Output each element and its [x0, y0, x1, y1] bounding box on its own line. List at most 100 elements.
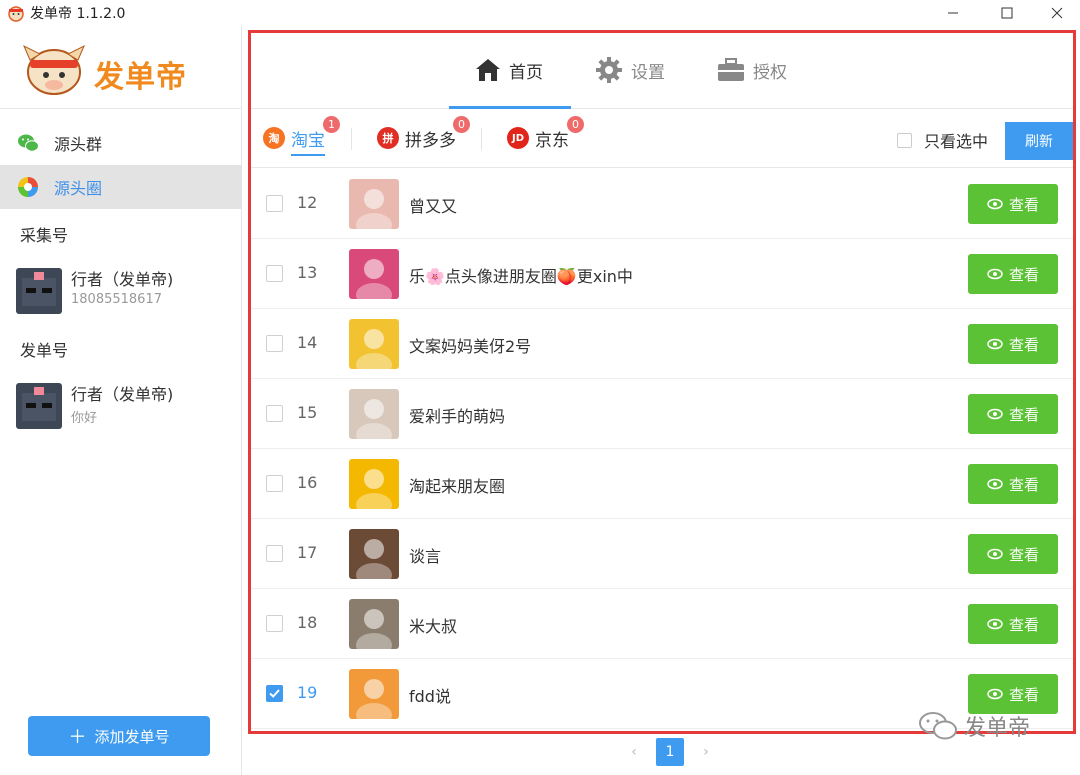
send-section-title: 发单号: [20, 341, 69, 360]
collect-account[interactable]: 行者（发单帝) 18085518617: [16, 266, 236, 318]
count-badge: 0: [567, 116, 584, 133]
row-number: 18: [297, 613, 318, 632]
row-nickname: 乐🌸点头像进朋友圈🍑更xin中: [409, 267, 633, 286]
row-checkbox[interactable]: [266, 405, 283, 422]
home-icon: [476, 59, 500, 81]
view-button[interactable]: 查看: [968, 324, 1058, 364]
page-number-button[interactable]: 1: [656, 738, 684, 766]
wechat-icon: [18, 134, 39, 152]
moments-icon: [18, 177, 38, 197]
account-phone: 18085518617: [71, 292, 162, 307]
tab-label: 设置: [631, 62, 665, 83]
view-button[interactable]: 查看: [968, 184, 1058, 224]
row-nickname: 文案妈妈美伢2号: [409, 337, 532, 356]
view-button[interactable]: 查看: [968, 534, 1058, 574]
table-row: 15 爱剁手的萌妈 查看: [251, 379, 1073, 449]
brand-logo: 发单帝: [22, 40, 192, 98]
eye-icon: [987, 268, 1003, 280]
view-button[interactable]: 查看: [968, 394, 1058, 434]
eye-icon: [987, 198, 1003, 210]
maximize-icon: [1001, 7, 1013, 19]
view-button[interactable]: 查看: [968, 604, 1058, 644]
avatar: [349, 179, 399, 229]
avatar: [16, 383, 62, 429]
view-label: 查看: [1008, 265, 1039, 284]
view-label: 查看: [1008, 685, 1039, 704]
prev-page-button[interactable]: ‹: [620, 738, 648, 766]
platform-label: 淘宝: [291, 130, 325, 151]
tab-authorize[interactable]: 授权: [717, 53, 787, 87]
check-icon: [269, 689, 280, 698]
sidebar: 发单帝 源头群 源头圈 采集号 行者（发单帝) 18085518617 发单号: [0, 26, 242, 775]
eye-icon: [987, 688, 1003, 700]
jd-icon: JD: [507, 127, 529, 149]
sidebar-divider: [0, 108, 242, 109]
row-checkbox[interactable]: [266, 545, 283, 562]
platform-taobao[interactable]: 淘 淘宝 1: [263, 116, 340, 154]
table-row: 16 淘起来朋友圈 查看: [251, 449, 1073, 519]
view-label: 查看: [1008, 195, 1039, 214]
platform-bar: 淘 淘宝 1 拼 拼多多 0 JD 京东 0 只看选中 刷新: [251, 110, 1073, 168]
eye-icon: [987, 618, 1003, 630]
platform-label: 京东: [535, 130, 569, 151]
platform-jd[interactable]: JD 京东 0: [507, 116, 584, 154]
row-nickname: fdd说: [409, 687, 451, 706]
view-button[interactable]: 查看: [968, 674, 1058, 714]
separator: [351, 128, 352, 150]
active-tab-indicator: [449, 106, 571, 109]
briefcase-icon: [718, 58, 744, 81]
taobao-icon: 淘: [263, 127, 285, 149]
table-row: 12 曾又又 查看: [251, 169, 1073, 239]
send-account[interactable]: 行者（发单帝) 你好: [16, 381, 236, 433]
next-page-button[interactable]: ›: [692, 738, 720, 766]
sidebar-item-label: 源头圈: [54, 179, 103, 198]
avatar: [349, 529, 399, 579]
refresh-button[interactable]: 刷新: [1005, 122, 1073, 160]
row-checkbox[interactable]: [266, 335, 283, 352]
table-row: 14 文案妈妈美伢2号 查看: [251, 309, 1073, 379]
pinduoduo-icon: 拼: [377, 127, 399, 149]
row-nickname: 米大叔: [409, 617, 458, 636]
row-number: 14: [297, 333, 318, 352]
row-checkbox[interactable]: [266, 685, 283, 702]
platform-indicator: [291, 154, 325, 156]
row-number: 19: [297, 683, 318, 702]
avatar: [349, 319, 399, 369]
avatar: [349, 599, 399, 649]
minimize-button[interactable]: [930, 0, 976, 26]
count-badge: 1: [323, 116, 340, 133]
row-number: 17: [297, 543, 318, 562]
row-checkbox[interactable]: [266, 265, 283, 282]
eye-icon: [987, 338, 1003, 350]
eye-icon: [987, 548, 1003, 560]
platform-pinduoduo[interactable]: 拼 拼多多 0: [377, 116, 470, 154]
close-button[interactable]: [1034, 0, 1080, 26]
row-number: 12: [297, 193, 318, 212]
wechat-watermark-icon: [919, 712, 957, 740]
table-row: 17 谈言 查看: [251, 519, 1073, 589]
sidebar-item-source-moments[interactable]: 源头圈: [0, 165, 242, 209]
only-selected-checkbox[interactable]: [897, 132, 912, 148]
sidebar-item-source-group[interactable]: 源头群: [0, 121, 242, 165]
tab-settings[interactable]: 设置: [595, 53, 665, 87]
view-button[interactable]: 查看: [968, 254, 1058, 294]
add-sender-button[interactable]: ＋ 添加发单号: [28, 716, 210, 756]
only-selected-label: 只看选中: [924, 132, 989, 151]
pagination: ‹ 1 ›: [620, 738, 728, 766]
tab-home[interactable]: 首页: [475, 53, 543, 87]
account-message: 你好: [71, 411, 98, 426]
app-logo-icon: [8, 6, 24, 22]
row-checkbox[interactable]: [266, 475, 283, 492]
row-number: 13: [297, 263, 318, 282]
plus-icon: ＋: [68, 727, 87, 748]
row-nickname: 爱剁手的萌妈: [409, 407, 506, 426]
view-label: 查看: [1008, 475, 1039, 494]
only-selected-toggle[interactable]: 只看选中: [897, 128, 988, 152]
row-checkbox[interactable]: [266, 195, 283, 212]
maximize-button[interactable]: [984, 0, 1030, 26]
avatar: [349, 459, 399, 509]
row-checkbox[interactable]: [266, 615, 283, 632]
view-button[interactable]: 查看: [968, 464, 1058, 504]
title-bar: 发单帝 1.1.2.0: [0, 0, 1080, 26]
table-row: 13 乐🌸点头像进朋友圈🍑更xin中 查看: [251, 239, 1073, 309]
